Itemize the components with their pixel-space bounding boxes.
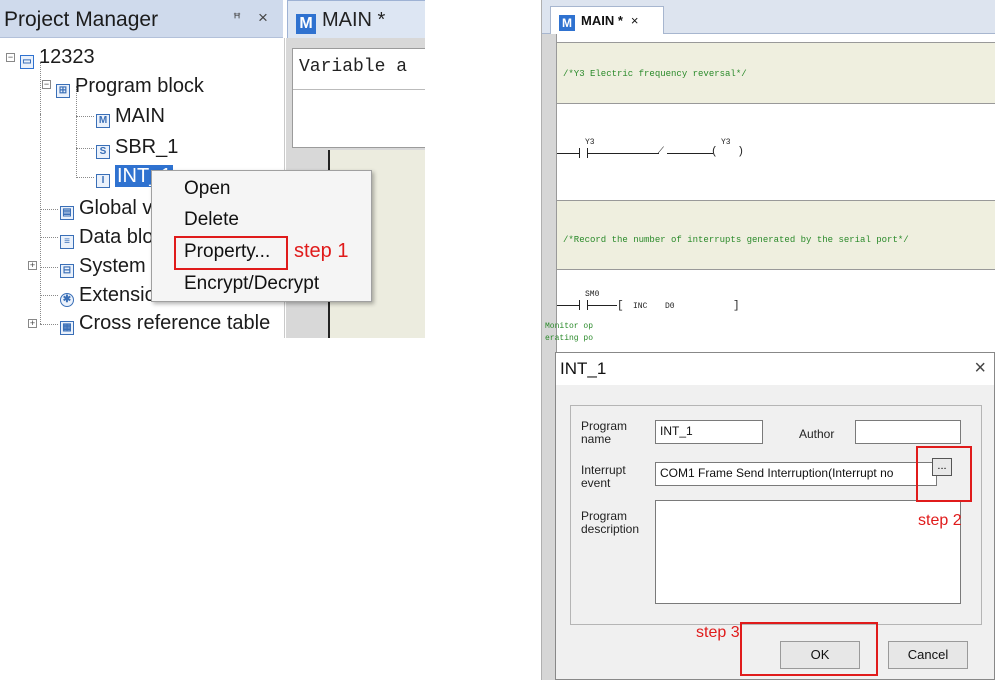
- nc-contact-slash: ⟋: [657, 147, 664, 158]
- coil-symbol: ( ): [711, 146, 745, 158]
- menu-item-open[interactable]: Open: [184, 176, 230, 202]
- program-block-icon: ⊞: [56, 84, 70, 98]
- instruction-inc: INC: [633, 302, 648, 311]
- bracket-close: ]: [733, 300, 740, 312]
- interrupt-event-input[interactable]: COM1 Frame Send Interruption(Interrupt n…: [655, 462, 937, 486]
- project-manager-screenshot: Project Manager ꟸ × − ▭ 12323 − ⊞ Program …: [0, 0, 425, 338]
- tab-bar: M MAIN * ×: [542, 0, 995, 34]
- bracket-open: [: [617, 300, 624, 312]
- computer-icon: ▭: [20, 55, 34, 69]
- highlight-box-step3: [740, 622, 878, 676]
- contact-label: Y3: [585, 138, 595, 147]
- author-input[interactable]: [855, 420, 961, 444]
- tree-item-main[interactable]: M MAIN: [96, 103, 165, 129]
- menu-item-delete[interactable]: Delete: [184, 207, 239, 233]
- expand-toggle[interactable]: +: [28, 261, 37, 270]
- interrupt-event-label: Interrupt event: [581, 463, 626, 490]
- close-icon[interactable]: ×: [631, 13, 639, 28]
- program-description-input[interactable]: [655, 500, 961, 604]
- interrupt-icon: I: [96, 174, 110, 188]
- pin-icon[interactable]: ꟸ: [233, 10, 241, 27]
- cancel-button[interactable]: Cancel: [888, 641, 968, 669]
- close-icon[interactable]: ×: [258, 8, 268, 28]
- menu-item-encrypt-decrypt[interactable]: Encrypt/Decrypt: [184, 271, 319, 297]
- subroutine-icon: S: [96, 145, 110, 159]
- expand-toggle[interactable]: +: [28, 319, 37, 328]
- main-program-icon: M: [296, 14, 316, 34]
- main-program-icon: M: [96, 114, 110, 128]
- author-label: Author: [799, 427, 835, 441]
- close-icon[interactable]: ×: [974, 357, 986, 380]
- program-name-input[interactable]: INT_1: [655, 420, 763, 444]
- dialog-title: INT_1: [560, 359, 607, 378]
- collapse-toggle[interactable]: −: [42, 80, 51, 89]
- program-name-label: Program name: [581, 419, 628, 446]
- collapse-toggle[interactable]: −: [6, 53, 15, 62]
- highlight-box-step1: [174, 236, 288, 270]
- data-block-icon: ≡: [60, 235, 74, 249]
- ladder-diagram: /*Y3 Electric frequency reversal*/ Y3 Y3…: [545, 34, 995, 354]
- tab-main[interactable]: M MAIN * ×: [550, 6, 664, 34]
- global-variable-icon: ▤: [60, 206, 74, 220]
- operand-d0: D0: [665, 302, 675, 311]
- network-comment: Monitor op: [545, 322, 594, 331]
- step3-label: step 3: [696, 624, 740, 641]
- tree-item-cross-reference[interactable]: ▦ Cross reference table: [60, 310, 270, 336]
- main-program-icon: M: [559, 15, 575, 31]
- tree-item-sbr[interactable]: S SBR_1: [96, 134, 178, 160]
- network-comment: erating po: [545, 334, 594, 343]
- rung-comment: /*Y3 Electric frequency reversal*/: [557, 42, 995, 104]
- system-block-icon: ⊟: [60, 264, 74, 278]
- gear-icon: ✱: [60, 293, 74, 307]
- step1-label: step 1: [294, 240, 349, 262]
- tree-root[interactable]: ▭ 12323: [20, 44, 95, 70]
- table-icon: ▦: [60, 321, 74, 335]
- variable-table: Variable a: [292, 48, 425, 148]
- program-description-label: Program description: [581, 509, 640, 536]
- tab-main[interactable]: M MAIN *: [287, 0, 425, 38]
- rung-comment: /*Record the number of interrupts genera…: [557, 200, 995, 270]
- tree-item-program-block[interactable]: ⊞ Program block: [56, 73, 204, 99]
- contact-label: SM0: [585, 290, 600, 299]
- highlight-box-step2: [916, 446, 972, 502]
- step2-label: step 2: [918, 512, 962, 529]
